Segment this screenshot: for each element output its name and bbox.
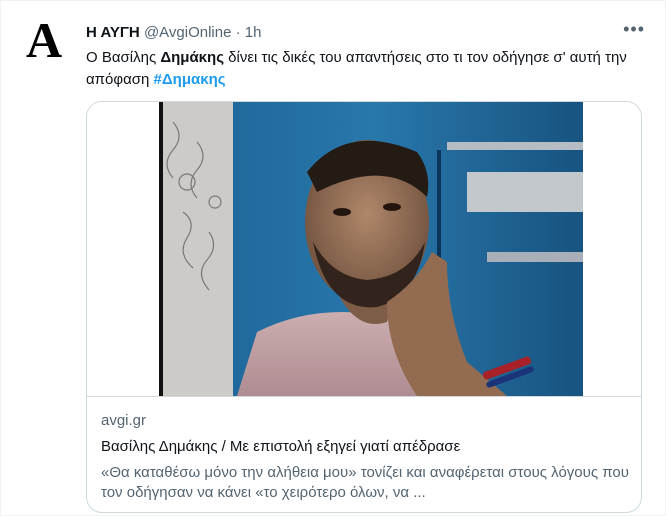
- avatar[interactable]: A: [21, 12, 67, 68]
- avatar-logo: A: [25, 12, 63, 68]
- tweet-time[interactable]: 1h: [245, 24, 262, 41]
- tweet-text: Ο Βασίλης Δημάκης δίνει τις δικές του απ…: [86, 47, 646, 91]
- card-body[interactable]: avgi.gr Βασίλης Δημάκης / Με επιστολή εξ…: [87, 396, 641, 512]
- header-separator: ·: [235, 24, 241, 41]
- tweet-text-bold: Δημάκης: [160, 49, 225, 66]
- card-image: [87, 102, 641, 396]
- tweet-text-prefix: Ο Βασίλης: [86, 49, 161, 66]
- author-name[interactable]: Η ΑΥΓΗ: [86, 24, 140, 41]
- card-domain: avgi.gr: [101, 412, 147, 429]
- card-title[interactable]: Βασίλης Δημάκης / Με επιστολή εξηγεί για…: [101, 437, 629, 457]
- hashtag-link[interactable]: #Δημακης: [154, 71, 226, 88]
- tweet[interactable]: A Η ΑΥΓΗ @AvgiOnline · 1h ••• Ο Βασίλης …: [0, 0, 666, 516]
- link-card[interactable]: avgi.gr Βασίλης Δημάκης / Με επιστολή εξ…: [86, 101, 642, 513]
- card-photo: [87, 102, 641, 396]
- tweet-header: Η ΑΥΓΗ @AvgiOnline · 1h: [86, 23, 615, 43]
- card-description: «Θα καταθέσω μόνο την αλήθεια μου» τονίζ…: [101, 464, 629, 501]
- more-dots-icon: •••: [623, 19, 645, 39]
- author-handle[interactable]: @AvgiOnline: [144, 24, 232, 41]
- more-options-button[interactable]: •••: [623, 19, 645, 39]
